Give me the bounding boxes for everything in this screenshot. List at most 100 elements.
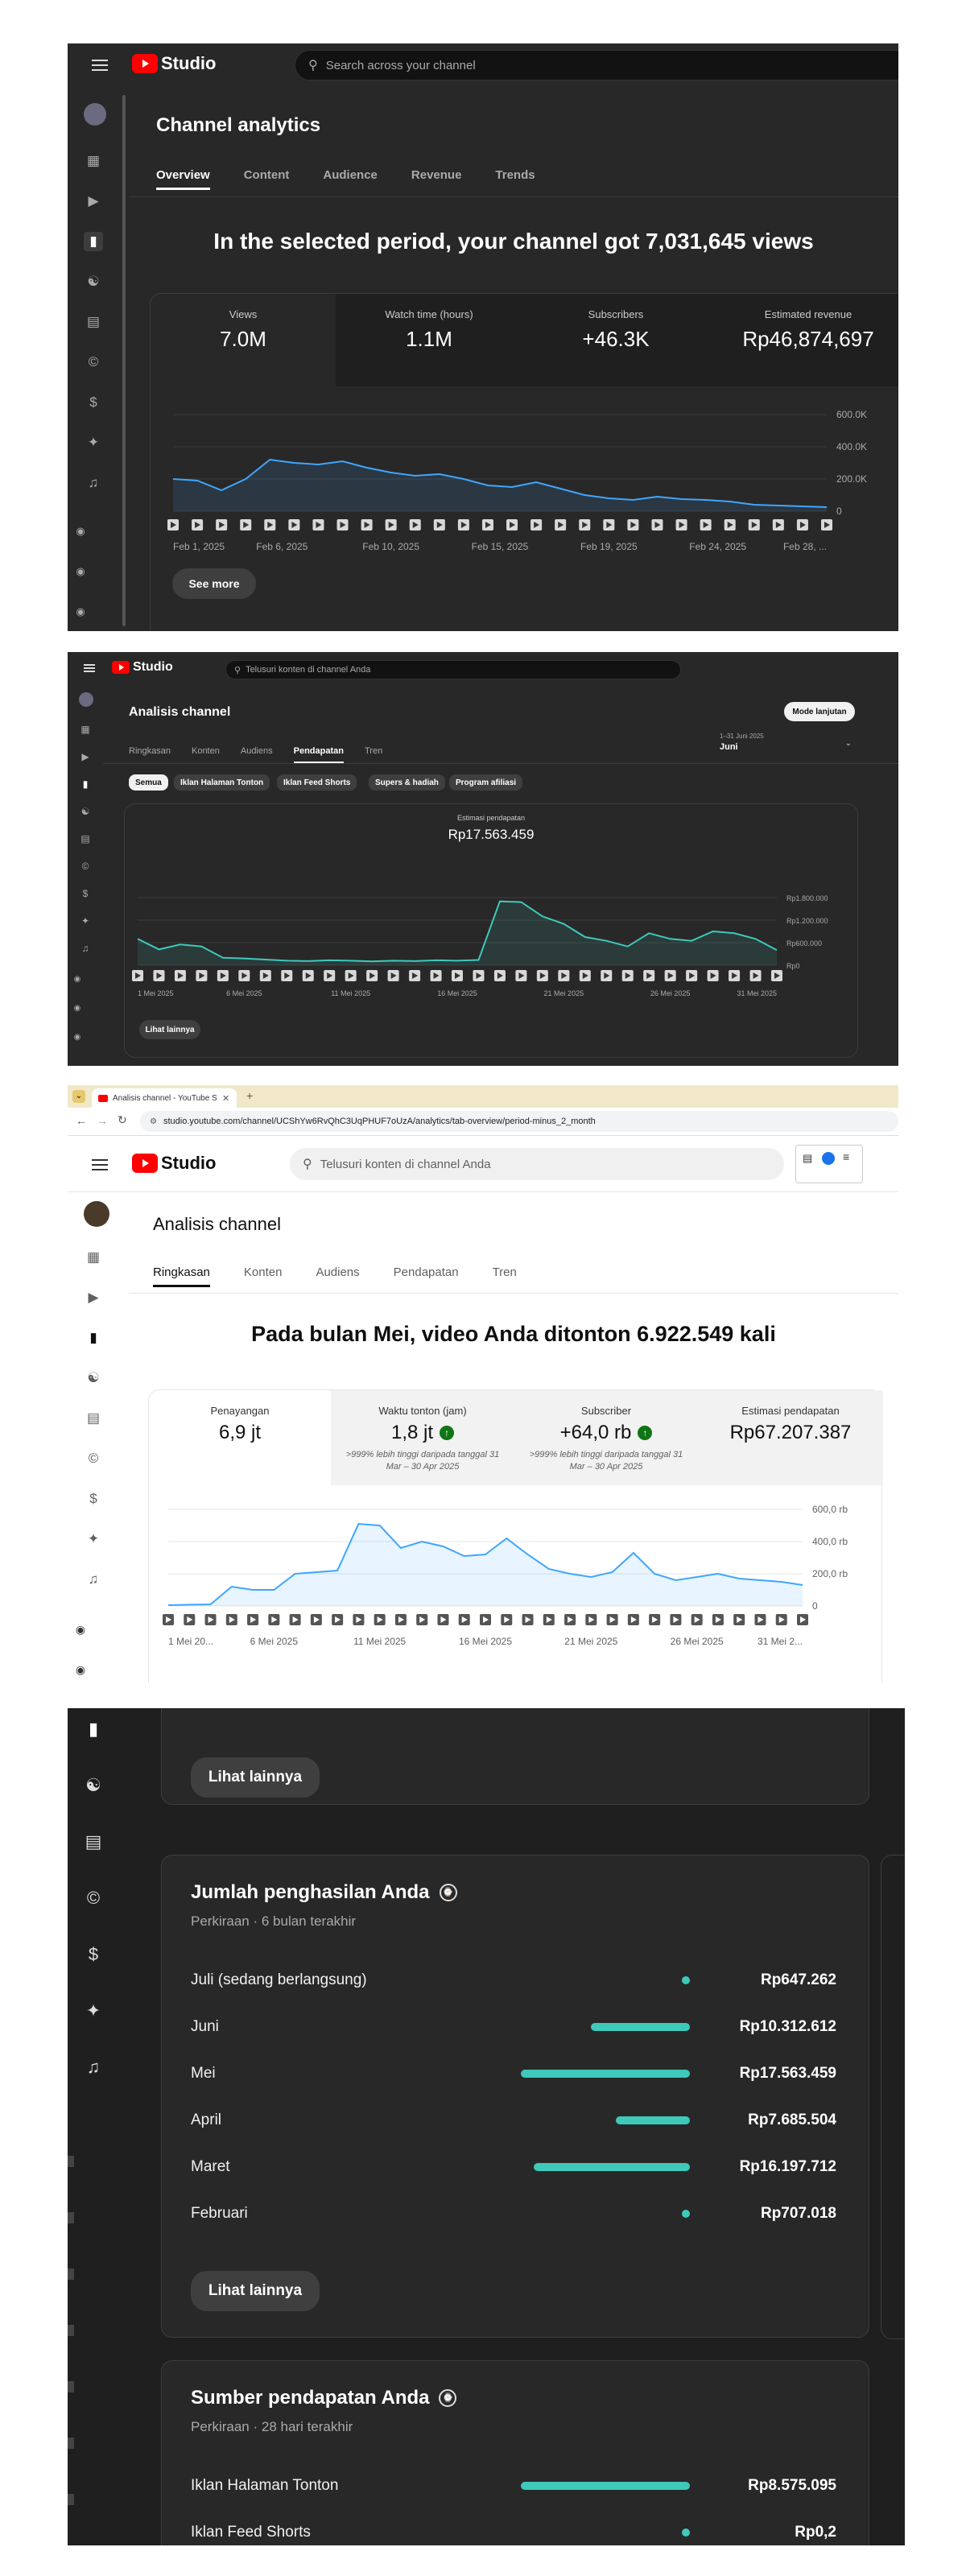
views-chart[interactable]: 600,0 rb 400,0 rb 200,0 rb 0 1 Mei 20... 6 Me…	[149, 1485, 883, 1678]
metric-subscribers[interactable]: Subscribers +46.3K	[522, 294, 709, 386]
tab-content[interactable]: Content	[244, 168, 290, 182]
subtitles-icon[interactable]: ▤	[84, 1831, 103, 1852]
metric-subscribers[interactable]: Subscriber +64,0 rb ↑ >999% lebih tinggi…	[514, 1390, 698, 1485]
avatar[interactable]	[84, 103, 106, 126]
community-icon[interactable]: ☯	[84, 1775, 103, 1795]
list-item[interactable]: Maret Rp16.197.712	[191, 2155, 836, 2179]
customization-icon[interactable]: ✦	[84, 433, 103, 452]
audio-library-icon[interactable]: ♫	[84, 2057, 103, 2077]
account-icon[interactable]	[822, 1152, 835, 1165]
list-item[interactable]: Mei Rp17.563.459	[191, 2062, 836, 2086]
sidebar-scrollbar[interactable]	[122, 95, 126, 626]
chip-shorts-feed-ads[interactable]: Iklan Feed Shorts	[277, 774, 357, 791]
tab-audience[interactable]: Audiens	[316, 1265, 359, 1279]
new-tab-icon[interactable]: +	[246, 1089, 253, 1102]
see-more-button[interactable]: Lihat lainnya	[139, 1020, 200, 1039]
list-icon[interactable]: ≡	[843, 1150, 849, 1163]
chip-all[interactable]: Semua	[129, 774, 168, 791]
studio-logo[interactable]: Studio	[132, 53, 216, 74]
help-icon[interactable]: ◉	[68, 1027, 87, 1046]
list-item[interactable]: Februari Rp707.018	[191, 2202, 836, 2226]
chip-supers-gifts[interactable]: Supers & hadiah	[369, 774, 445, 791]
feedback-icon[interactable]: ◉	[71, 562, 90, 581]
chip-watch-page-ads[interactable]: Iklan Halaman Tonton	[174, 774, 270, 791]
dashboard-icon[interactable]: ▦	[84, 1248, 103, 1267]
settings-icon[interactable]: ◉	[71, 522, 90, 541]
date-range-picker[interactable]: 1–31 Juni 2025 Juni ⌄	[720, 733, 857, 757]
dashboard-icon[interactable]: ▦	[76, 720, 95, 739]
list-item[interactable]: April Rp7.685.504	[191, 2108, 836, 2132]
feedback-icon[interactable]: ◉	[71, 1660, 90, 1679]
tab-revenue[interactable]: Revenue	[411, 168, 462, 182]
tab-search-button[interactable]: ⌄	[72, 1090, 85, 1103]
help-icon[interactable]: ◉	[71, 602, 90, 621]
menu-icon[interactable]	[92, 1159, 108, 1170]
avatar[interactable]	[79, 692, 93, 707]
analytics-icon[interactable]: ▮	[76, 774, 95, 794]
address-bar[interactable]: ⚙ studio.youtube.com/channel/UCShYw6RvQh…	[140, 1111, 898, 1132]
tab-trends[interactable]: Tren	[365, 746, 382, 756]
metric-watch-time[interactable]: Waktu tonton (jam) 1,8 jt ↑ >999% lebih …	[331, 1390, 514, 1485]
analytics-icon[interactable]: ▮	[84, 1328, 103, 1348]
search-bar[interactable]: ⚲ Telusuri konten di channel Anda	[225, 660, 681, 679]
customization-icon[interactable]: ✦	[84, 1530, 103, 1549]
copyright-icon[interactable]: ©	[76, 857, 95, 876]
site-info-icon[interactable]: ⚙	[150, 1117, 157, 1126]
back-icon[interactable]: ←	[76, 1114, 87, 1127]
community-icon[interactable]: ☯	[84, 272, 103, 291]
content-icon[interactable]: ▶	[84, 1288, 103, 1307]
studio-logo[interactable]: Studio	[112, 660, 173, 675]
revenue-chart[interactable]: Rp1.800.000 Rp1.200.000 Rp600.000 Rp0 1 Mei …	[125, 885, 859, 1005]
metric-revenue[interactable]: Estimasi pendapatan Rp67.207.387	[698, 1390, 883, 1485]
forward-icon[interactable]: →	[97, 1114, 108, 1127]
tab-trends[interactable]: Tren	[493, 1265, 517, 1279]
metric-watch-time[interactable]: Watch time (hours) 1.1M	[336, 294, 522, 386]
list-item[interactable]: Iklan Feed Shorts Rp0,2	[191, 2520, 836, 2545]
list-item[interactable]: Iklan Halaman Tonton Rp8.575.095	[191, 2474, 836, 2498]
advanced-mode-button[interactable]: Mode lanjutan	[784, 702, 855, 721]
tab-overview[interactable]: Overview	[156, 168, 210, 190]
subtitles-icon[interactable]: ▤	[76, 829, 95, 848]
views-chart[interactable]: 600.0K 400.0K 200.0K 0 Feb 1, 2025 Feb 6, 202…	[151, 390, 898, 559]
content-icon[interactable]: ▶	[76, 747, 95, 766]
tab-summary[interactable]: Ringkasan	[129, 746, 171, 756]
customization-icon[interactable]: ✦	[76, 911, 95, 931]
studio-logo[interactable]: Studio	[132, 1153, 216, 1174]
settings-icon[interactable]: ◉	[71, 1620, 90, 1639]
list-item[interactable]: Juni Rp10.312.612	[191, 2015, 836, 2039]
feedback-icon[interactable]: ◉	[68, 998, 87, 1018]
see-more-button[interactable]: Lihat lainnya	[191, 1757, 320, 1798]
list-item[interactable]: Juli (sedang berlangsung) Rp647.262	[191, 1968, 836, 1992]
tab-audience[interactable]: Audiens	[241, 746, 273, 756]
analytics-icon[interactable]: ▮	[84, 232, 103, 251]
copyright-icon[interactable]: ©	[84, 353, 103, 372]
settings-icon[interactable]: ◉	[68, 969, 87, 989]
content-icon[interactable]: ▶	[84, 192, 103, 211]
community-icon[interactable]: ☯	[84, 1368, 103, 1388]
earn-icon[interactable]: $	[84, 1489, 103, 1509]
audio-library-icon[interactable]: ♫	[84, 473, 103, 493]
analytics-icon[interactable]: ▮	[84, 1719, 103, 1739]
menu-icon[interactable]	[92, 60, 108, 71]
subtitles-icon[interactable]: ▤	[84, 1409, 103, 1428]
see-more-button[interactable]: See more	[172, 568, 256, 599]
browser-tab[interactable]: Analisis channel - YouTube Stu... ✕	[92, 1088, 237, 1108]
tab-revenue[interactable]: Pendapatan	[394, 1265, 459, 1279]
tab-content[interactable]: Konten	[192, 746, 220, 756]
earn-icon[interactable]: $	[84, 1944, 103, 1964]
copyright-icon[interactable]: ©	[84, 1888, 103, 1908]
earn-icon[interactable]: $	[76, 884, 95, 903]
avatar[interactable]	[84, 1201, 109, 1227]
metric-revenue[interactable]: Estimated revenue Rp46,874,697	[709, 294, 898, 386]
tab-audience[interactable]: Audience	[323, 168, 378, 182]
close-tab-icon[interactable]: ✕	[222, 1093, 229, 1104]
copyright-icon[interactable]: ©	[84, 1449, 103, 1468]
earn-icon[interactable]: $	[84, 393, 103, 412]
create-icon[interactable]: ▤	[803, 1152, 812, 1165]
customization-icon[interactable]: ✦	[84, 2000, 103, 2021]
search-bar[interactable]: ⚲ Telusuri konten di channel Anda	[290, 1148, 784, 1180]
subtitles-icon[interactable]: ▤	[84, 312, 103, 332]
clock-icon[interactable]: ⌚	[439, 2389, 457, 2407]
metric-views[interactable]: Views 7.0M	[151, 294, 336, 386]
dashboard-icon[interactable]: ▦	[84, 151, 103, 171]
